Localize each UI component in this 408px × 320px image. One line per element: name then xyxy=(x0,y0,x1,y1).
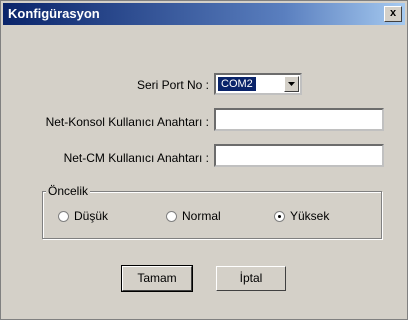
net-cm-key-input[interactable] xyxy=(214,144,384,167)
priority-normal-radio[interactable]: Normal xyxy=(166,209,221,223)
net-cm-key-label: Net-CM Kullanıcı Anahtarı : xyxy=(63,151,209,165)
net-console-key-label: Net-Konsol Kullanıcı Anahtarı : xyxy=(45,115,209,129)
priority-high-label: Yüksek xyxy=(290,209,330,223)
title-bar[interactable]: Konfigürasyon x xyxy=(3,3,405,25)
priority-high-radio[interactable]: Yüksek xyxy=(274,209,329,223)
radio-circle-icon xyxy=(58,210,69,222)
cancel-button[interactable]: İptal xyxy=(216,266,286,291)
config-dialog: Konfigürasyon x Seri Port No : COM2 Net-… xyxy=(0,0,408,320)
serial-port-label: Seri Port No : xyxy=(136,78,209,92)
priority-low-label: Düşük xyxy=(74,209,109,223)
serial-port-select[interactable]: COM2 xyxy=(214,73,302,95)
window-title: Konfigürasyon xyxy=(8,6,100,21)
priority-normal-label: Normal xyxy=(182,209,221,223)
net-console-key-input[interactable] xyxy=(214,108,384,131)
radio-checked-icon xyxy=(274,210,285,222)
ok-button[interactable]: Tamam xyxy=(121,265,193,292)
dropdown-arrow-icon[interactable] xyxy=(284,76,299,92)
close-button[interactable]: x xyxy=(384,6,402,22)
radio-circle-icon xyxy=(166,210,177,222)
priority-low-radio[interactable]: Düşük xyxy=(58,209,108,223)
serial-port-value: COM2 xyxy=(218,77,256,91)
priority-legend: Öncelik xyxy=(46,184,91,198)
